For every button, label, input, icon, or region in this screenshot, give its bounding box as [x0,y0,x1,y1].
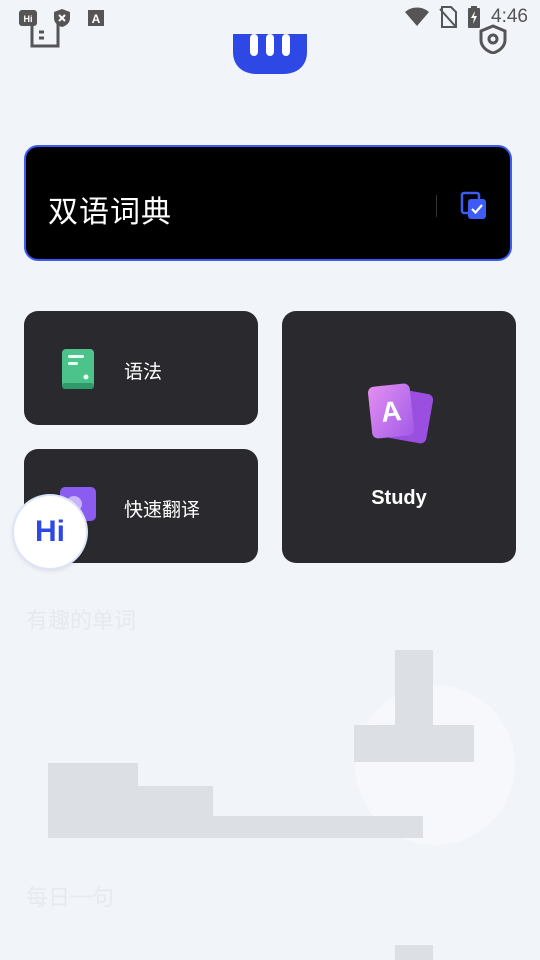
flashcard-a-icon: A [367,383,434,444]
svg-text:A: A [92,12,101,26]
grammar-tile[interactable]: 语法 [24,311,258,425]
words-section-title: 有趣的单词 [26,609,137,634]
dictionary-title: 双语词典 [48,195,172,230]
wifi-icon [405,7,430,26]
loading-placeholder [48,763,138,838]
svg-text:A: A [379,395,402,428]
daily-section-title: 每日一句 [26,886,115,911]
w-logo-icon [233,34,307,74]
translate-label: 快速翻译 [124,499,201,521]
font-a-icon: A [88,10,104,26]
hi-label: Hi [35,515,65,548]
study-label: Study [371,487,427,509]
svg-text:Hi: Hi [24,14,33,24]
grammar-doc-icon [62,349,94,389]
loading-placeholder [213,816,423,838]
loading-placeholder [138,786,213,838]
loading-placeholder [395,945,433,960]
divider [436,195,437,217]
no-sim-icon [439,6,458,28]
grammar-label: 语法 [124,361,163,383]
clipboard-check-icon[interactable] [460,191,488,221]
shield-settings-icon[interactable] [478,24,508,54]
loading-placeholder [354,725,474,762]
book-icon[interactable] [30,24,60,50]
study-tile[interactable]: A Study [282,311,516,563]
hi-floating-button[interactable]: Hi [14,496,86,568]
dictionary-search-card[interactable]: 双语词典 [24,145,512,261]
